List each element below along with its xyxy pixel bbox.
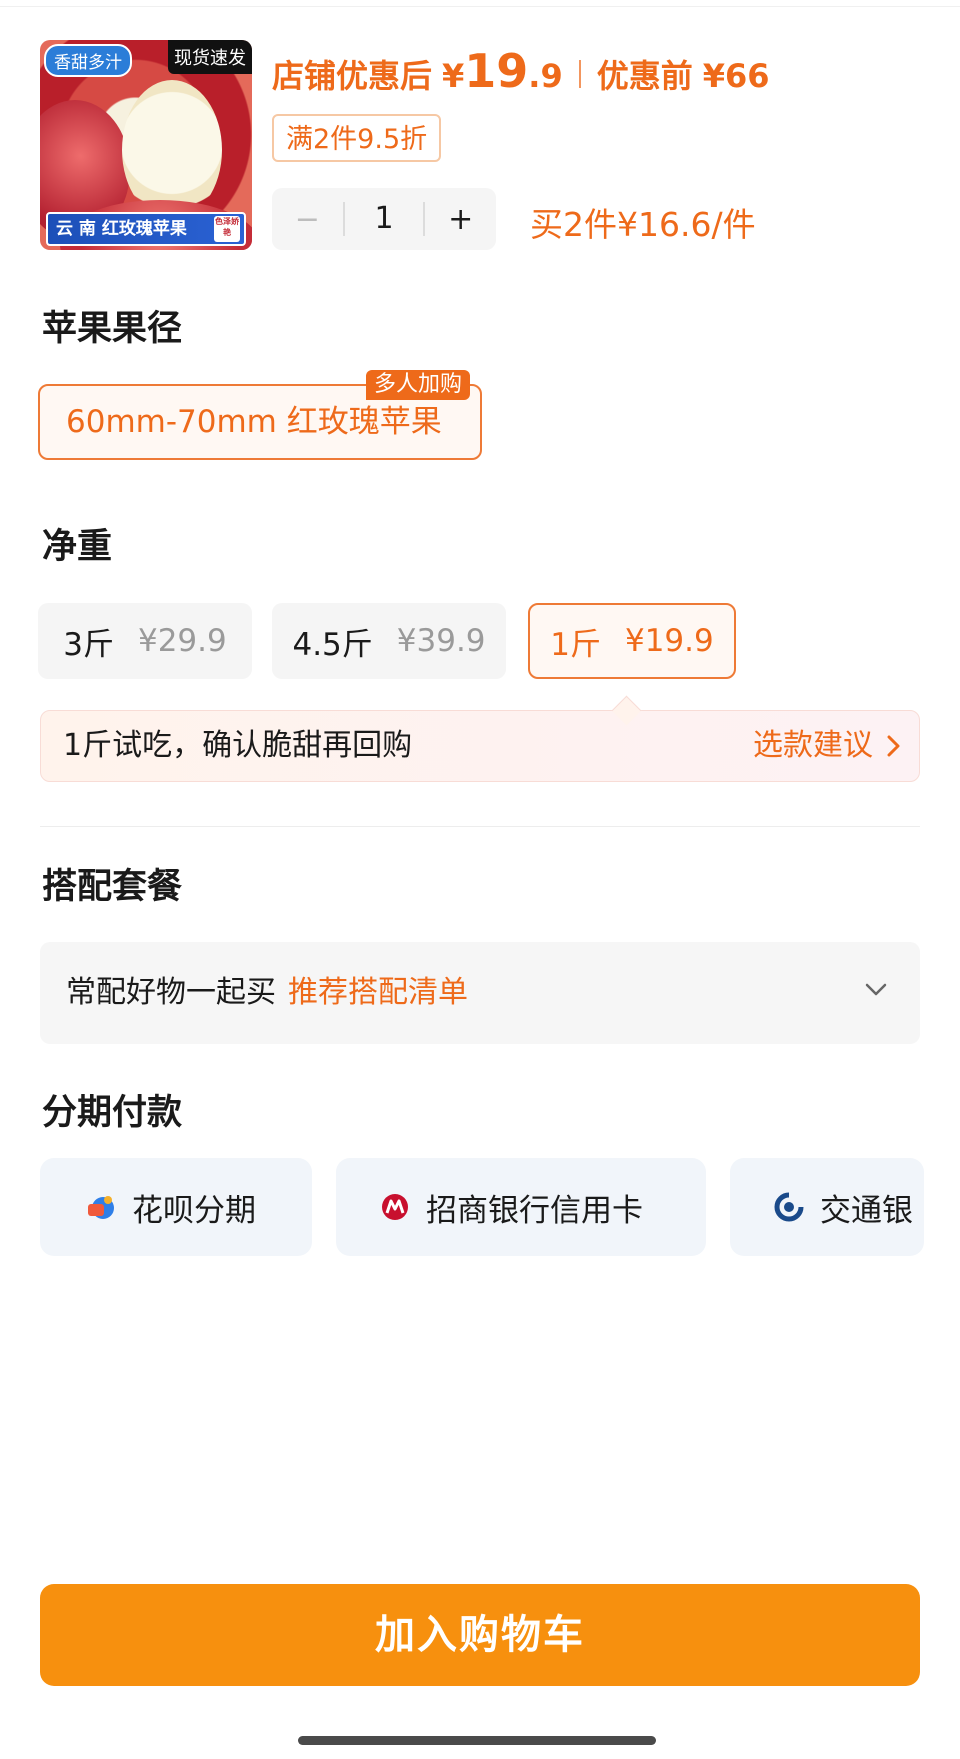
installment-option-bocom[interactable]: 交通银 xyxy=(730,1158,924,1256)
weight-option-3jin[interactable]: 3斤 ¥29.9 xyxy=(38,603,252,679)
thumbnail-banner-text: 云 南 红玫瑰苹果 xyxy=(56,219,187,239)
thumbnail-tag-stock: 现货速发 xyxy=(168,40,252,74)
home-indicator[interactable] xyxy=(298,1736,656,1745)
chevron-right-icon xyxy=(887,735,900,757)
price-before-label: 优惠前 xyxy=(596,57,693,95)
combo-text-wrap: 常配好物一起买 推荐搭配清单 xyxy=(66,942,468,1044)
weight-option-price: ¥39.9 xyxy=(396,623,486,659)
currency-symbol: ¥ xyxy=(442,57,465,95)
price-separator xyxy=(578,60,581,88)
bocom-bank-icon xyxy=(774,1192,804,1222)
price-after-label: 店铺优惠后 xyxy=(272,57,433,95)
cmb-bank-icon xyxy=(382,1194,408,1220)
thumbnail-banner: 云 南 红玫瑰苹果 色泽娇艳 xyxy=(46,212,246,246)
add-to-cart-button[interactable]: 加入购物车 xyxy=(40,1584,920,1686)
price-after-integer: 19 xyxy=(464,44,529,98)
quantity-stepper: − 1 + xyxy=(272,188,496,250)
weight-option-price: ¥29.9 xyxy=(137,623,227,659)
product-thumbnail[interactable]: 香甜多汁 现货速发 云 南 红玫瑰苹果 色泽娇艳 xyxy=(40,40,252,250)
weight-section-title: 净重 xyxy=(42,527,113,567)
weight-option-4-5jin[interactable]: 4.5斤 ¥39.9 xyxy=(272,603,506,679)
installment-label: 招商银行信用卡 xyxy=(426,1192,643,1229)
installment-section-title: 分期付款 xyxy=(42,1093,183,1133)
discount-tag: 满2件9.5折 xyxy=(272,114,442,162)
selection-advice-link[interactable]: 选款建议 xyxy=(753,711,901,781)
combo-text: 常配好物一起买 xyxy=(66,975,276,1010)
weight-option-name: 1斤 xyxy=(550,626,601,663)
chevron-down-icon xyxy=(865,983,887,996)
decrease-quantity-button[interactable]: − xyxy=(272,202,343,237)
installment-option-cmb[interactable]: 招商银行信用卡 xyxy=(336,1158,706,1256)
weight-option-price: ¥19.9 xyxy=(624,623,714,659)
installment-label: 花呗分期 xyxy=(132,1192,256,1229)
weight-hint-text: 1斤试吃，确认脆甜再回购 xyxy=(63,728,413,763)
price-before-value: 66 xyxy=(725,57,770,95)
sheet-top-border xyxy=(0,6,960,7)
price-after-decimal: .9 xyxy=(528,57,563,95)
installment-option-huabei[interactable]: 花呗分期 xyxy=(40,1158,312,1256)
popular-badge: 多人加购 xyxy=(366,370,471,400)
combo-dropdown[interactable]: 常配好物一起买 推荐搭配清单 xyxy=(40,942,920,1044)
quantity-value[interactable]: 1 xyxy=(342,202,426,236)
diameter-section-title: 苹果果径 xyxy=(42,309,183,349)
section-divider xyxy=(40,826,920,827)
sku-selector-sheet: 香甜多汁 现货速发 云 南 红玫瑰苹果 色泽娇艳 店铺优惠后 ¥ 19 .9 优… xyxy=(0,0,960,1759)
currency-symbol-before: ¥ xyxy=(702,57,725,95)
increase-quantity-button[interactable]: + xyxy=(425,202,496,237)
installment-label: 交通银 xyxy=(820,1192,913,1229)
thumbnail-tag-sweet: 香甜多汁 xyxy=(44,44,132,77)
weight-option-name: 4.5斤 xyxy=(292,626,373,663)
price-line: 店铺优惠后 ¥ 19 .9 优惠前 ¥ 66 xyxy=(272,44,770,104)
weight-option-1jin[interactable]: 1斤 ¥19.9 xyxy=(528,603,736,679)
combo-recommend-link[interactable]: 推荐搭配清单 xyxy=(288,975,468,1010)
weight-hint-bar: 1斤试吃，确认脆甜再回购 选款建议 xyxy=(40,710,920,782)
weight-option-name: 3斤 xyxy=(63,626,114,663)
thumbnail-badge: 色泽娇艳 xyxy=(214,216,240,242)
selection-advice-label: 选款建议 xyxy=(753,728,873,763)
bulk-price-text: 买2件¥16.6/件 xyxy=(530,205,756,244)
combo-section-title: 搭配套餐 xyxy=(42,867,183,907)
huabei-icon xyxy=(88,1196,114,1219)
